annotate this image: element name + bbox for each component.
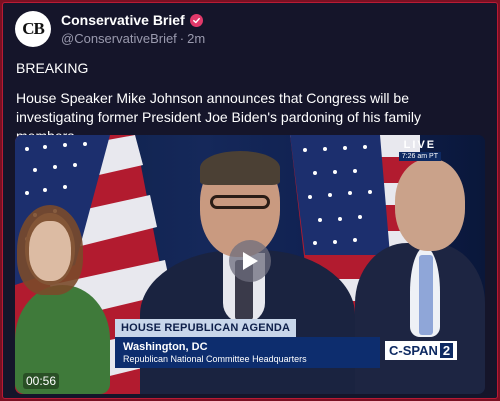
person-center-hair [200,151,280,185]
post-meta: @ConservativeBrief · 2m [61,31,206,46]
avatar-initials: CB [22,19,45,38]
video-player[interactable]: LIVE 7:26 am PT HOUSE REPUBLICAN AGENDA … [15,135,485,394]
play-button[interactable] [229,240,271,282]
post-card[interactable]: CB Conservative Brief @ConservativeBrief… [2,2,498,399]
live-badge: LIVE 7:26 am PT [398,139,441,161]
post-headline: BREAKING [16,60,89,76]
author-name[interactable]: Conservative Brief [61,12,185,28]
post-timestamp[interactable]: 2m [187,31,205,46]
network-logo-text: C-SPAN [389,343,438,358]
author-row: Conservative Brief [61,12,203,28]
live-label: LIVE [403,139,437,151]
lower-third-title: HOUSE REPUBLICAN AGENDA [115,319,297,337]
verified-badge-icon [189,13,203,27]
person-right-head [395,159,465,251]
person-left-face [29,221,71,281]
person-center-glasses [210,195,270,209]
network-logo: C-SPAN 2 [385,341,458,360]
live-time: 7:26 am PT [398,152,441,161]
play-icon [243,252,258,270]
lower-third-venue: Republican National Committee Headquarte… [123,354,307,364]
video-duration: 00:56 [23,373,60,389]
avatar[interactable]: CB [15,11,51,47]
lower-third-body: Washington, DC Republican National Commi… [115,337,380,368]
network-logo-number: 2 [439,343,454,358]
author-handle[interactable]: @ConservativeBrief [61,31,177,46]
lower-third-location: Washington, DC [123,341,208,353]
